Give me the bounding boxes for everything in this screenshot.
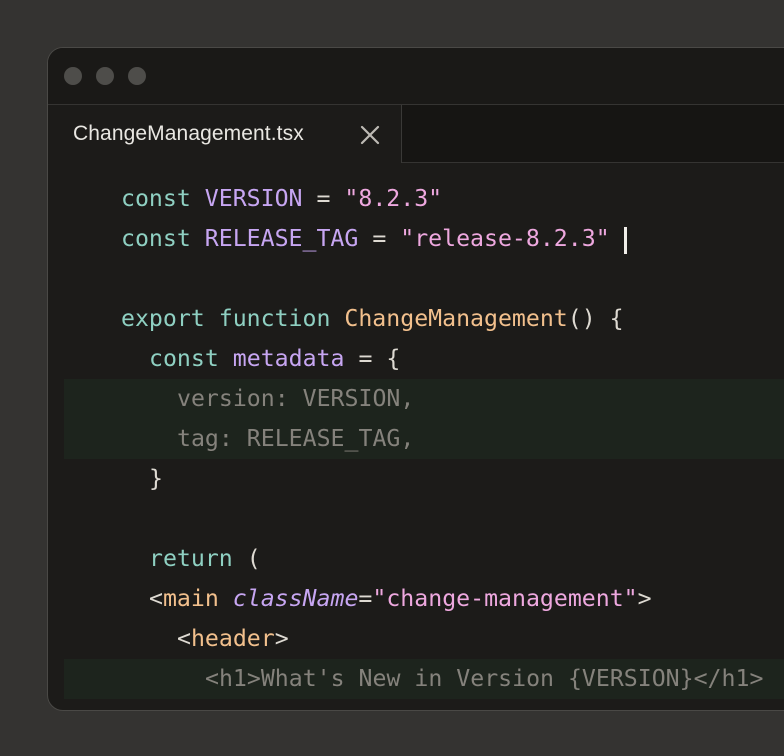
operator: =	[316, 185, 331, 212]
title-bar	[48, 48, 784, 105]
keyword: export	[121, 305, 205, 332]
tab-bar: ChangeManagement.tsx	[48, 105, 784, 163]
code-line-7: tag: RELEASE_TAG,	[177, 425, 415, 452]
maximize-window-dot[interactable]	[128, 67, 146, 85]
code-line-5: const metadata = {	[149, 339, 400, 379]
punctuation: = {	[358, 345, 401, 372]
code-line-8: }	[149, 465, 163, 492]
operator: =	[372, 225, 387, 252]
tab-label: ChangeManagement.tsx	[73, 122, 304, 145]
angle-bracket: >	[637, 585, 652, 612]
string-literal: "release-8.2.3"	[400, 225, 610, 252]
keyword: const	[149, 345, 219, 372]
editor-window: ChangeManagement.tsx const VERSION = "8.…	[47, 47, 784, 711]
jsx-tag: header	[190, 625, 275, 652]
keyword: const	[121, 225, 191, 252]
function-name: ChangeManagement	[344, 305, 568, 332]
code-line-6: version: VERSION,	[177, 385, 415, 412]
highlighted-block-metadata	[64, 379, 784, 459]
code-line-11: <main className="change-management">	[149, 579, 652, 619]
angle-bracket: <	[149, 585, 163, 612]
identifier: VERSION	[204, 185, 303, 212]
text-cursor	[624, 227, 627, 254]
angle-bracket: >	[274, 625, 289, 652]
string-literal: "change-management"	[372, 585, 638, 612]
tab-change-management[interactable]: ChangeManagement.tsx	[48, 105, 402, 163]
code-line-4: export function ChangeManagement() {	[121, 299, 624, 339]
operator: =	[358, 585, 373, 612]
code-line-10: return (	[149, 539, 261, 579]
close-window-dot[interactable]	[64, 67, 82, 85]
angle-bracket: <	[177, 625, 191, 652]
jsx-attribute: className	[232, 585, 359, 612]
minimize-window-dot[interactable]	[96, 67, 114, 85]
string-literal: "8.2.3"	[344, 185, 443, 212]
identifier: RELEASE_TAG	[204, 225, 359, 252]
keyword: const	[121, 185, 191, 212]
code-line-13: <h1>What's New in Version {VERSION}</h1>	[205, 665, 764, 692]
punctuation: (	[246, 545, 261, 572]
code-editor[interactable]: const VERSION = "8.2.3" const RELEASE_TA…	[48, 163, 784, 710]
punctuation: () {	[567, 305, 624, 332]
keyword: function	[218, 305, 331, 332]
code-line-1: const VERSION = "8.2.3"	[121, 179, 442, 219]
identifier: metadata	[232, 345, 345, 372]
code-line-12: <header>	[177, 619, 289, 659]
code-line-2: const RELEASE_TAG = "release-8.2.3"	[121, 219, 610, 259]
keyword: return	[149, 545, 233, 572]
jsx-tag: main	[162, 585, 219, 612]
close-icon[interactable]	[359, 124, 381, 146]
